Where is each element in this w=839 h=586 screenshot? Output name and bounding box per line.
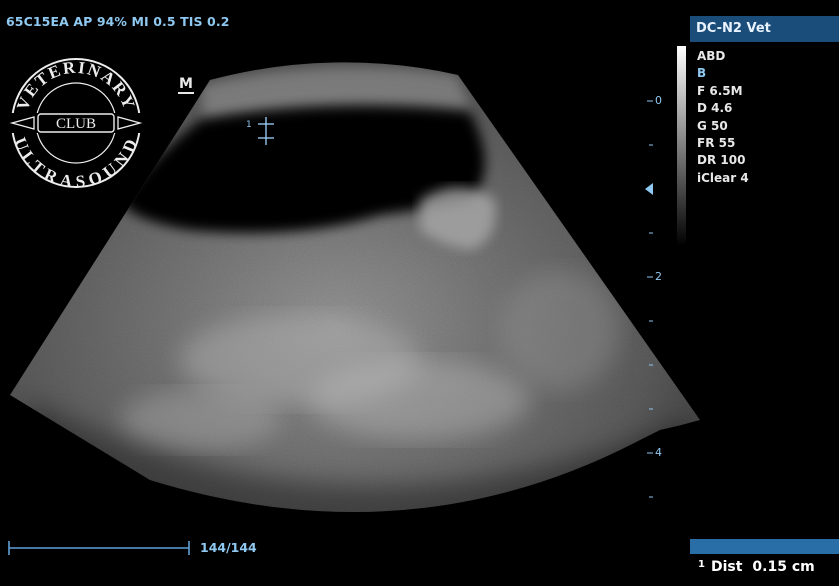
- measurement-row: 1 Dist 0.15 cm: [698, 559, 815, 575]
- preset-label: ABD: [697, 49, 726, 63]
- measurement-label: Dist: [710, 559, 743, 575]
- depth-label-2: 2: [655, 270, 662, 283]
- depth-label-4: 4: [655, 446, 662, 459]
- veterinary-club-logo: VETERINARY ULTRASOUND CLUB: [8, 58, 144, 191]
- mode-label: B: [697, 66, 707, 81]
- logo-center-text: CLUB: [56, 116, 96, 132]
- orientation-marker: M: [178, 76, 194, 94]
- param-frequency: F 6.5M: [697, 83, 743, 98]
- panel-title[interactable]: DC-N2 Vet: [690, 16, 839, 42]
- measurement-panel: 1 Dist 0.15 cm: [690, 539, 839, 586]
- imaging-params: ABD B F 6.5M D 4.6 G 50 FR 55 DR 100 iCl…: [697, 48, 749, 187]
- param-depth: D 4.6: [697, 101, 733, 116]
- cine-bar[interactable]: [8, 541, 190, 555]
- svg-text:VETERINARY: VETERINARY: [13, 58, 139, 113]
- logo-top-text: VETERINARY: [13, 58, 137, 113]
- measurement-index: 1: [698, 559, 705, 570]
- param-dynamic-range: DR 100: [697, 153, 746, 168]
- param-gain: G 50: [697, 118, 728, 133]
- depth-scale: [647, 100, 653, 498]
- depth-label-0: 0: [655, 94, 662, 107]
- param-frame-rate: FR 55: [697, 136, 736, 151]
- measurement-bar: [690, 539, 839, 554]
- param-iclear: iClear 4: [697, 170, 749, 185]
- grayscale-bar: [677, 46, 686, 246]
- probe-info: 65C15EA AP 94% MI 0.5 TIS 0.2: [6, 14, 230, 29]
- caliper-label: 1: [246, 120, 252, 130]
- focus-marker: [645, 183, 653, 195]
- measurement-value: 0.15 cm: [752, 559, 815, 575]
- cine-frame-count: 144/144: [200, 540, 257, 555]
